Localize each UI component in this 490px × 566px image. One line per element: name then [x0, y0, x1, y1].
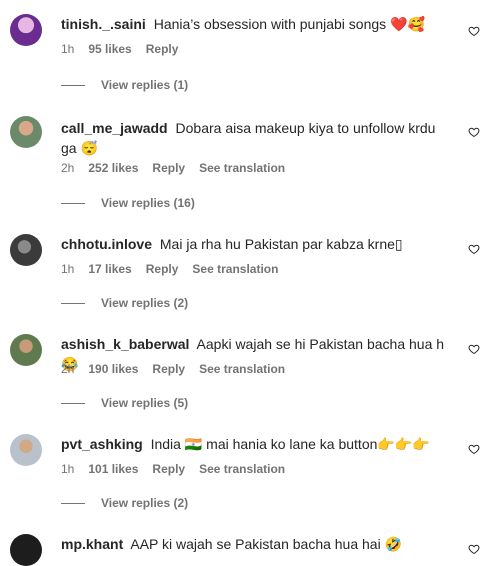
view-replies-button[interactable]: View replies (1): [61, 78, 188, 92]
view-replies-button[interactable]: View replies (2): [61, 496, 188, 510]
comment-text: call_me_jawadd Dobara aisa makeup kiya t…: [61, 118, 451, 158]
heart-outline-icon[interactable]: [468, 443, 480, 455]
see-translation-button[interactable]: See translation: [199, 462, 285, 476]
view-replies-label: View replies (2): [101, 296, 189, 310]
comment-body: AAP ki wajah se Pakistan bacha hua hai 🤣: [130, 536, 403, 552]
avatar[interactable]: [10, 534, 42, 566]
avatar[interactable]: [10, 334, 42, 366]
heart-outline-icon[interactable]: [468, 243, 480, 255]
comment-time: 1h: [61, 262, 75, 276]
reply-button[interactable]: Reply: [152, 161, 185, 175]
replies-divider: [61, 84, 85, 86]
comment-username[interactable]: pvt_ashking: [61, 436, 143, 452]
comment-meta: 1h 95 likes Reply: [61, 42, 178, 56]
comment-username[interactable]: ashish_k_baberwal: [61, 336, 189, 352]
comment-username[interactable]: tinish._.saini: [61, 16, 146, 32]
comment-likes[interactable]: 252 likes: [88, 161, 138, 175]
comment-username[interactable]: mp.khant: [61, 536, 123, 552]
avatar[interactable]: [10, 434, 42, 466]
view-replies-button[interactable]: View replies (2): [61, 296, 188, 310]
see-translation-button[interactable]: See translation: [199, 161, 285, 175]
comment-likes[interactable]: 190 likes: [88, 362, 138, 376]
avatar[interactable]: [10, 234, 42, 266]
reply-button[interactable]: Reply: [152, 462, 185, 476]
comment-body: Hania’s obsession with punjabi songs ❤️🥰: [153, 16, 425, 32]
replies-divider: [61, 202, 85, 204]
view-replies-label: View replies (2): [101, 496, 189, 510]
comment-body: India 🇮🇳 mai hania ko lane ka button👉👉👉: [150, 436, 430, 452]
comment-text: pvt_ashking India 🇮🇳 mai hania ko lane k…: [61, 434, 451, 454]
comment-meta: 2h 252 likes Reply See translation: [61, 161, 285, 175]
view-replies-button[interactable]: View replies (16): [61, 196, 195, 210]
comment-time: 1h: [61, 462, 75, 476]
heart-outline-icon[interactable]: [468, 543, 480, 555]
comment-likes[interactable]: 17 likes: [88, 262, 131, 276]
comment-meta: 1h 17 likes Reply See translation: [61, 262, 278, 276]
reply-button[interactable]: Reply: [146, 262, 179, 276]
view-replies-button[interactable]: View replies (5): [61, 396, 188, 410]
comment-username[interactable]: call_me_jawadd: [61, 120, 168, 136]
view-replies-label: View replies (16): [101, 196, 195, 210]
comment-meta: 2h 190 likes Reply See translation: [61, 362, 285, 376]
see-translation-button[interactable]: See translation: [192, 262, 278, 276]
replies-divider: [61, 502, 85, 504]
reply-button[interactable]: Reply: [152, 362, 185, 376]
comment-time: 1h: [61, 42, 75, 56]
comment-username[interactable]: chhotu.inlove: [61, 236, 152, 252]
comment-text: chhotu.inlove Mai ja rha hu Pakistan par…: [61, 234, 451, 254]
comment-time: 2h: [61, 161, 75, 175]
heart-outline-icon[interactable]: [468, 343, 480, 355]
comment-body: Mai ja rha hu Pakistan par kabza krne▯: [159, 236, 403, 252]
replies-divider: [61, 302, 85, 304]
comment-text: mp.khant AAP ki wajah se Pakistan bacha …: [61, 534, 451, 554]
comment-likes[interactable]: 101 likes: [88, 462, 138, 476]
replies-divider: [61, 402, 85, 404]
avatar[interactable]: [10, 116, 42, 148]
heart-outline-icon[interactable]: [468, 126, 480, 138]
comment-text: tinish._.saini Hania’s obsession with pu…: [61, 14, 451, 34]
reply-button[interactable]: Reply: [146, 42, 179, 56]
view-replies-label: View replies (1): [101, 78, 189, 92]
avatar[interactable]: [10, 14, 42, 46]
heart-outline-icon[interactable]: [468, 25, 480, 37]
see-translation-button[interactable]: See translation: [199, 362, 285, 376]
comment-time: 2h: [61, 362, 75, 376]
view-replies-label: View replies (5): [101, 396, 189, 410]
comment-likes[interactable]: 95 likes: [88, 42, 131, 56]
comment-meta: 1h 101 likes Reply See translation: [61, 462, 285, 476]
